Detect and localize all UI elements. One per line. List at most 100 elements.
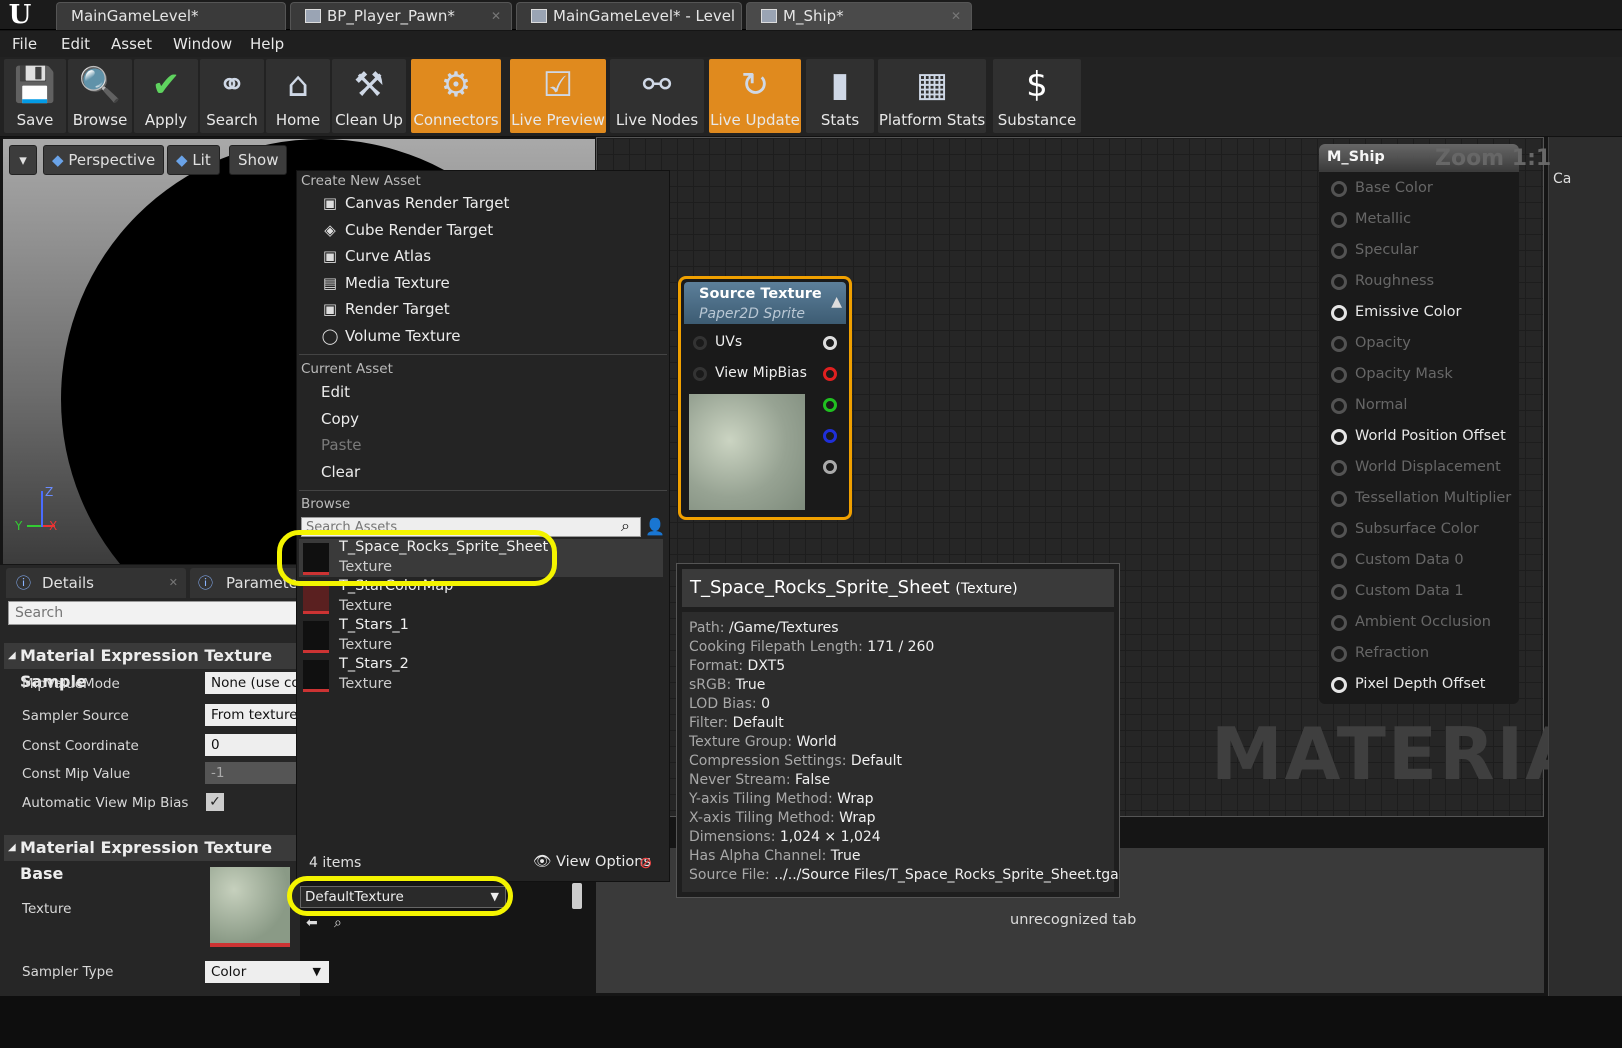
- menu-item-clear[interactable]: Clear: [321, 463, 360, 481]
- const-mip-value-input[interactable]: -1: [205, 762, 300, 784]
- base-color-pin[interactable]: [1331, 181, 1347, 197]
- rgb-output-pin[interactable]: [823, 336, 837, 350]
- tab-level[interactable]: MainGameLevel* - Level: [516, 2, 742, 30]
- search-button[interactable]: ⚭ Search: [200, 59, 264, 133]
- menu-item-render-target[interactable]: ▣ Render Target: [321, 300, 450, 318]
- menu-item-edit[interactable]: Edit: [321, 383, 350, 401]
- menu-item-paste[interactable]: Paste: [321, 436, 362, 454]
- tab-bp-player-pawn[interactable]: BP_Player_Pawn* ✕: [290, 2, 512, 30]
- right-strip-label: Ca: [1553, 171, 1572, 187]
- refraction-pin[interactable]: [1331, 646, 1347, 662]
- sampler-type-select[interactable]: Color ▼: [205, 961, 329, 983]
- sampler-source-select[interactable]: From texture asset: [205, 704, 300, 726]
- menu-item-canvas-render-target[interactable]: ▣ Canvas Render Target: [321, 194, 510, 212]
- pixel-depth-offset-pin[interactable]: [1331, 677, 1347, 693]
- menu-window[interactable]: Window: [173, 35, 232, 53]
- clean-up-button[interactable]: ⚒ Clean Up: [332, 59, 406, 133]
- b-output-pin[interactable]: [823, 429, 837, 443]
- section-texture-base[interactable]: ◢ Material Expression Texture Base: [4, 835, 300, 883]
- mipbias-pin-label: View MipBias: [715, 365, 807, 381]
- menu-item-cube-render-target[interactable]: ◈ Cube Render Target: [321, 221, 493, 239]
- platform-stats-button[interactable]: ▦ Platform Stats: [878, 59, 986, 133]
- texture-thumbnail[interactable]: [210, 867, 290, 947]
- node-title: Source Texture: [699, 286, 822, 302]
- browse-icon[interactable]: ⌕: [334, 915, 342, 931]
- media-texture-icon: ▤: [322, 274, 338, 292]
- apply-button[interactable]: ✔ Apply: [134, 59, 198, 133]
- emissive-color-pin[interactable]: [1331, 305, 1347, 321]
- view-options-button[interactable]: 👁 View Options: [533, 853, 651, 870]
- tooltip-row: Y-axis Tiling Method: Wrap: [689, 791, 874, 807]
- g-output-pin[interactable]: [823, 398, 837, 412]
- connectors-button[interactable]: ⚙ Connectors: [411, 59, 501, 133]
- custom-data-0-pin[interactable]: [1331, 553, 1347, 569]
- blueprint-icon: [305, 9, 321, 23]
- world-displacement-pin[interactable]: [1331, 460, 1347, 476]
- uvs-input-pin[interactable]: [693, 336, 707, 350]
- tab-m-ship[interactable]: M_Ship* ✕: [746, 2, 972, 30]
- tooltip-row: Compression Settings: Default: [689, 753, 903, 769]
- user-filter-icon[interactable]: 👤: [645, 517, 665, 536]
- roughness-pin[interactable]: [1331, 274, 1347, 290]
- node-subtitle: Paper2D Sprite: [699, 306, 805, 322]
- a-output-pin[interactable]: [823, 460, 837, 474]
- live-nodes-button[interactable]: ⚯ Live Nodes: [610, 59, 704, 133]
- opacity-mask-label: Opacity Mask: [1355, 366, 1453, 382]
- menu-edit[interactable]: Edit: [61, 35, 90, 53]
- asset-name[interactable]: T_Stars_2: [339, 656, 409, 672]
- menu-item-curve-atlas[interactable]: ▣ Curve Atlas: [321, 247, 431, 265]
- normal-pin[interactable]: [1331, 398, 1347, 414]
- close-icon[interactable]: ✕: [169, 568, 178, 598]
- lit-button[interactable]: ◆ Lit: [167, 145, 220, 175]
- browse-button[interactable]: 🔍 Browse: [68, 59, 132, 133]
- menu-help[interactable]: Help: [250, 35, 284, 53]
- live-preview-button[interactable]: ☑ Live Preview: [510, 59, 606, 133]
- metallic-pin[interactable]: [1331, 212, 1347, 228]
- unreal-logo[interactable]: U: [2, 0, 38, 30]
- subsurface-color-pin[interactable]: [1331, 522, 1347, 538]
- custom-data-0-label: Custom Data 0: [1355, 552, 1464, 568]
- details-search-input[interactable]: [8, 601, 298, 625]
- tab-details[interactable]: ⓘ Details ✕: [6, 568, 186, 598]
- roughness-label: Roughness: [1355, 273, 1435, 289]
- close-icon[interactable]: ✕: [491, 3, 501, 29]
- world-position-offset-pin[interactable]: [1331, 429, 1347, 445]
- perspective-button[interactable]: ◆ Perspective: [43, 145, 165, 175]
- menu-asset[interactable]: Asset: [111, 35, 152, 53]
- collapse-arrow-icon[interactable]: ▲: [831, 294, 842, 310]
- asset-name[interactable]: T_Stars_1: [339, 617, 409, 633]
- ambient-occlusion-pin[interactable]: [1331, 615, 1347, 631]
- show-button[interactable]: Show: [229, 145, 288, 175]
- live-update-button[interactable]: ↻ Live Update: [709, 59, 801, 133]
- material-result-node[interactable]: M_Ship Zoom 1:1 Base Color Metallic Spec…: [1319, 144, 1551, 704]
- menu-item-volume-texture[interactable]: ◯ Volume Texture: [321, 327, 461, 345]
- opacity-mask-pin[interactable]: [1331, 367, 1347, 383]
- viewport-options-button[interactable]: ▾: [9, 145, 37, 175]
- source-texture-node[interactable]: Source Texture Paper2D Sprite ▲ UVs View…: [678, 276, 852, 520]
- home-button[interactable]: ⌂ Home: [266, 59, 330, 133]
- axis-y-label: Y: [15, 519, 23, 533]
- custom-data-1-pin[interactable]: [1331, 584, 1347, 600]
- const-coordinate-input[interactable]: 0: [205, 734, 300, 756]
- specular-pin[interactable]: [1331, 243, 1347, 259]
- save-button[interactable]: 💾 Save: [4, 59, 66, 133]
- close-icon[interactable]: ✕: [951, 3, 961, 29]
- mipbias-input-pin[interactable]: [693, 367, 707, 381]
- menu-file[interactable]: File: [12, 35, 37, 53]
- substance-button[interactable]: $ Substance: [993, 59, 1081, 133]
- section-texture-sample[interactable]: ◢ Material Expression Texture Sample: [4, 643, 300, 691]
- subsurface-color-label: Subsurface Color: [1355, 521, 1479, 537]
- r-output-pin[interactable]: [823, 367, 837, 381]
- use-selected-icon[interactable]: ⬅: [306, 915, 318, 931]
- auto-view-mip-bias-checkbox[interactable]: ✓: [206, 793, 224, 811]
- asset-thumbnail: [303, 621, 329, 653]
- stats-button[interactable]: ▮ Stats: [806, 59, 874, 133]
- mip-value-mode-select[interactable]: None (use computed: [205, 672, 300, 694]
- menu-item-copy[interactable]: Copy: [321, 410, 359, 428]
- menu-item-media-texture[interactable]: ▤ Media Texture: [321, 274, 450, 292]
- tab-main-game-level[interactable]: MainGameLevel*: [56, 2, 286, 30]
- tooltip-title: T_Space_Rocks_Sprite_Sheet (Texture): [690, 577, 1018, 598]
- tessellation-multiplier-pin[interactable]: [1331, 491, 1347, 507]
- opacity-pin[interactable]: [1331, 336, 1347, 352]
- scrollbar[interactable]: [572, 883, 582, 909]
